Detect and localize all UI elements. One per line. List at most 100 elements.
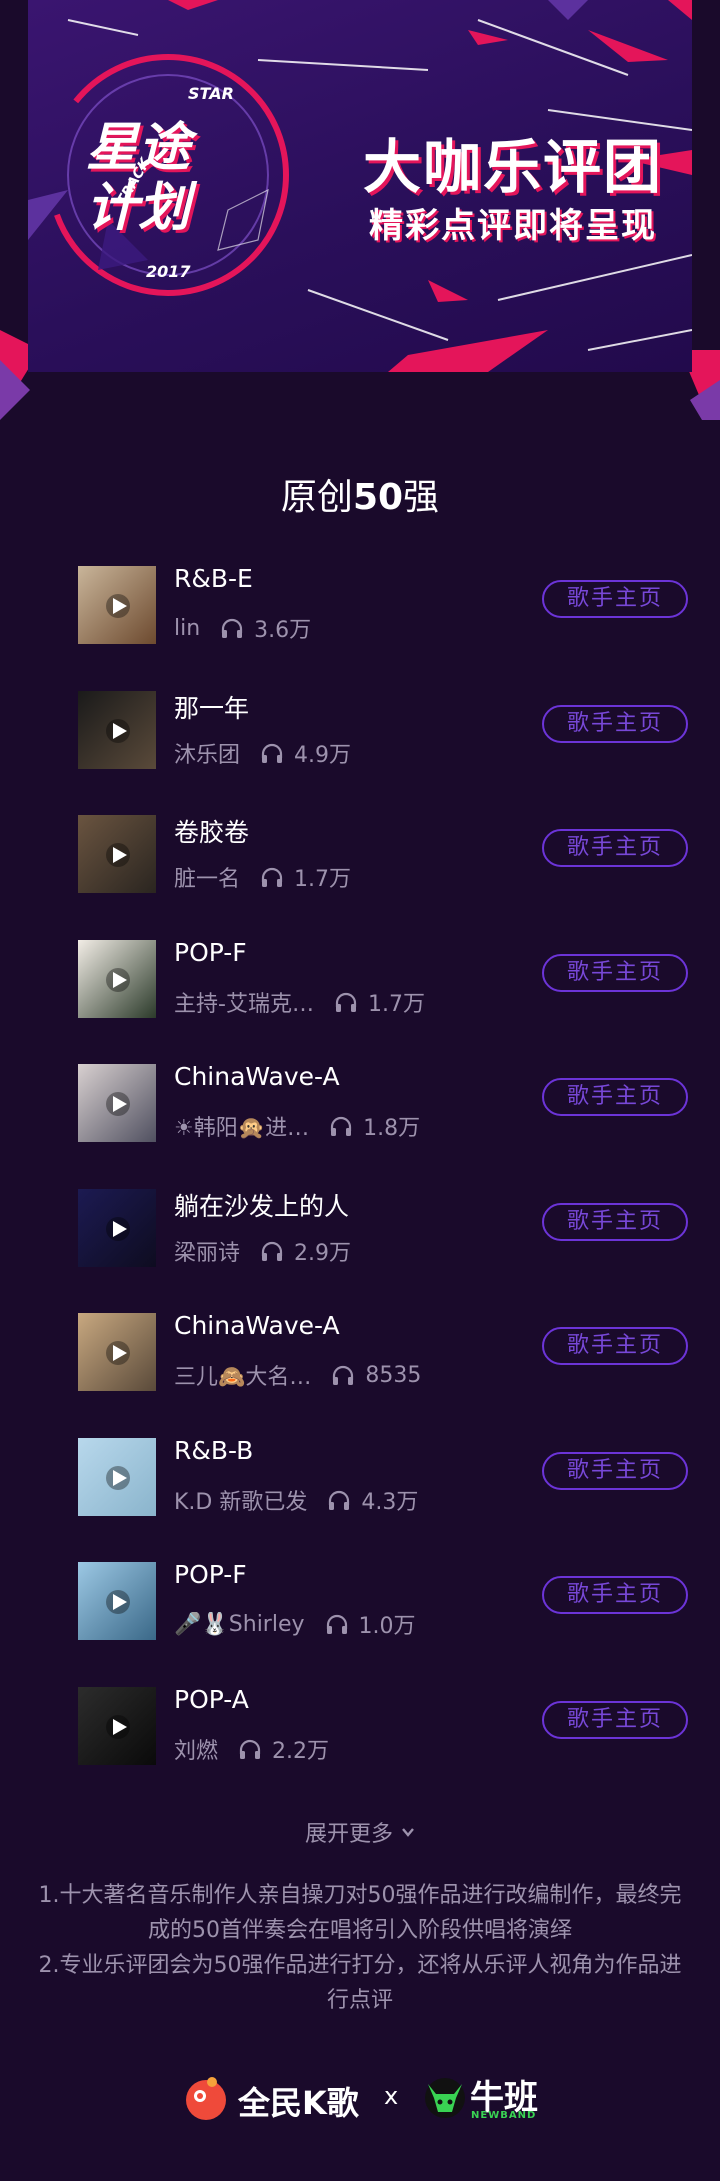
note-2: 2.专业乐评团会为50强作品进行打分，还将从乐评人视角为作品进行点评 <box>38 1953 682 2013</box>
song-title: R&B-B <box>174 1435 254 1465</box>
song-title: POP-F <box>174 937 247 967</box>
play-icon[interactable] <box>106 1341 130 1365</box>
headphones-icon <box>333 1365 354 1385</box>
singer-name: 三儿🙈大名… <box>174 1365 312 1390</box>
singer-name: 主持-艾瑞克… <box>174 991 314 1017</box>
song-thumbnail[interactable] <box>78 1188 156 1267</box>
song-thumbnail[interactable] <box>78 1064 156 1142</box>
song-thumbnail[interactable] <box>78 1313 156 1391</box>
banner: STAR 星途计划 TRACK 2017 大咖乐评团 精彩点评即将呈现 <box>0 0 720 420</box>
song-meta: 梁丽诗 2.9万 <box>174 1235 351 1267</box>
play-count: 1.8万 <box>363 1116 421 1141</box>
play-count: 1.0万 <box>358 1614 416 1639</box>
play-icon[interactable] <box>106 967 130 992</box>
singer-homepage-button[interactable]: 歌手主页 <box>542 1202 688 1241</box>
play-count: 2.2万 <box>272 1738 330 1764</box>
song-thumbnail[interactable] <box>78 939 156 1018</box>
headphones-icon <box>331 1116 352 1136</box>
song-title: POP-F <box>174 1560 247 1589</box>
song-row[interactable]: ChinaWave-A 三儿🙈大名… 8535 歌手主页 <box>0 1307 720 1393</box>
song-row[interactable]: 卷胶卷 脏一名 1.7万 歌手主页 <box>0 809 720 895</box>
singer-homepage-button[interactable]: 歌手主页 <box>542 1700 688 1739</box>
song-row[interactable]: 那一年 沐乐团 4.9万 歌手主页 <box>0 685 720 771</box>
chevron-down-icon <box>402 1828 414 1837</box>
logo-main: 星途计划 <box>86 118 191 238</box>
singer-homepage-button[interactable]: 歌手主页 <box>542 1576 688 1614</box>
note-1: 1.十大著名音乐制作人亲自操刀对50强作品进行改编制作，最终完成的50首伴奏会在… <box>38 1883 682 1943</box>
song-row[interactable]: POP-F 主持-艾瑞克… 1.7万 歌手主页 <box>0 934 720 1020</box>
singer-name: 脏一名 <box>174 867 241 892</box>
play-count: 4.9万 <box>294 742 352 768</box>
banner-headline: 大咖乐评团 <box>362 133 663 201</box>
collab-x: x <box>384 2082 399 2110</box>
play-icon[interactable] <box>106 843 130 867</box>
song-title: ChinaWave-A <box>174 1062 340 1091</box>
singer-name: lin <box>174 615 201 641</box>
song-title: 那一年 <box>174 693 250 723</box>
song-row[interactable]: R&B-E lin 3.6万 歌手主页 <box>0 560 720 646</box>
logo-star: STAR <box>188 84 234 103</box>
headphones-icon <box>261 1241 283 1261</box>
song-meta: 主持-艾瑞克… 1.7万 <box>174 986 425 1018</box>
song-title: ChinaWave-A <box>174 1311 340 1340</box>
headphones-icon <box>222 618 243 638</box>
banner-subhead: 精彩点评即将呈现 <box>369 206 657 246</box>
footer-brands: 全民K歌 x 牛班 NEWBAND <box>0 2068 720 2128</box>
singer-name: 梁丽诗 <box>174 1240 241 1266</box>
singer-homepage-button[interactable]: 歌手主页 <box>542 829 688 867</box>
play-icon[interactable] <box>106 594 130 618</box>
expand-more-label: 展开更多 <box>304 1822 393 1847</box>
song-row[interactable]: ChinaWave-A ☀韩阳🙊进… 1.8万 歌手主页 <box>0 1058 720 1144</box>
banner-image: STAR 星途计划 TRACK 2017 大咖乐评团 精彩点评即将呈现 <box>28 0 692 372</box>
headphones-icon <box>239 1739 261 1759</box>
play-count: 2.9万 <box>294 1240 352 1266</box>
expand-more-button[interactable]: 展开更多 <box>0 1816 720 1848</box>
play-icon[interactable] <box>106 1216 130 1241</box>
song-row[interactable]: POP-A 刘燃 2.2万 歌手主页 <box>0 1681 720 1767</box>
play-icon[interactable] <box>106 718 130 743</box>
section-title: 原创50强 <box>0 468 720 520</box>
play-count: 4.3万 <box>361 1489 419 1515</box>
song-meta: ☀韩阳🙊进… 1.8万 <box>174 1110 420 1142</box>
headphones-icon <box>261 867 283 887</box>
singer-homepage-button[interactable]: 歌手主页 <box>542 1451 688 1490</box>
song-title: R&B-E <box>174 564 253 593</box>
singer-homepage-button[interactable]: 歌手主页 <box>542 580 688 618</box>
song-meta: 🎤🐰Shirley 1.0万 <box>174 1608 416 1640</box>
song-meta: K.D 新歌已发 4.3万 <box>174 1484 418 1516</box>
singer-homepage-button[interactable]: 歌手主页 <box>542 953 688 992</box>
song-thumbnail[interactable] <box>78 690 156 769</box>
brand-newband-sub: NEWBAND <box>471 2110 537 2121</box>
newband-logo-icon <box>425 2078 465 2118</box>
headphones-icon <box>335 992 357 1012</box>
song-meta: lin 3.6万 <box>174 612 311 644</box>
play-icon[interactable] <box>106 1714 130 1739</box>
song-row[interactable]: POP-F 🎤🐰Shirley 1.0万 歌手主页 <box>0 1556 720 1642</box>
singer-homepage-button[interactable]: 歌手主页 <box>542 704 688 743</box>
song-row[interactable]: R&B-B K.D 新歌已发 4.3万 歌手主页 <box>0 1432 720 1518</box>
song-thumbnail[interactable] <box>78 815 156 893</box>
song-thumbnail[interactable] <box>78 1562 156 1640</box>
singer-name: 沐乐团 <box>174 742 241 768</box>
play-icon[interactable] <box>106 1465 130 1490</box>
song-meta: 脏一名 1.7万 <box>174 861 351 893</box>
song-row[interactable]: 躺在沙发上的人 梁丽诗 2.9万 歌手主页 <box>0 1183 720 1269</box>
kge-logo-icon <box>186 2077 226 2120</box>
headphones-icon <box>326 1614 347 1634</box>
song-thumbnail[interactable] <box>78 566 156 644</box>
play-icon[interactable] <box>106 1092 130 1116</box>
play-count: 1.7万 <box>367 991 425 1017</box>
singer-homepage-button[interactable]: 歌手主页 <box>542 1078 688 1116</box>
singer-name: 刘燃 <box>174 1738 219 1764</box>
song-thumbnail[interactable] <box>78 1437 156 1516</box>
play-icon[interactable] <box>106 1590 130 1614</box>
play-count: 3.6万 <box>254 618 312 643</box>
singer-name: K.D 新歌已发 <box>174 1489 308 1515</box>
song-meta: 三儿🙈大名… 8535 <box>174 1359 421 1391</box>
song-title: 躺在沙发上的人 <box>174 1191 350 1221</box>
singer-homepage-button[interactable]: 歌手主页 <box>542 1327 688 1365</box>
logo-year: 2017 <box>146 262 191 281</box>
song-thumbnail[interactable] <box>78 1686 156 1765</box>
play-count: 1.7万 <box>294 867 352 892</box>
section-title-suffix: 强 <box>403 477 440 518</box>
